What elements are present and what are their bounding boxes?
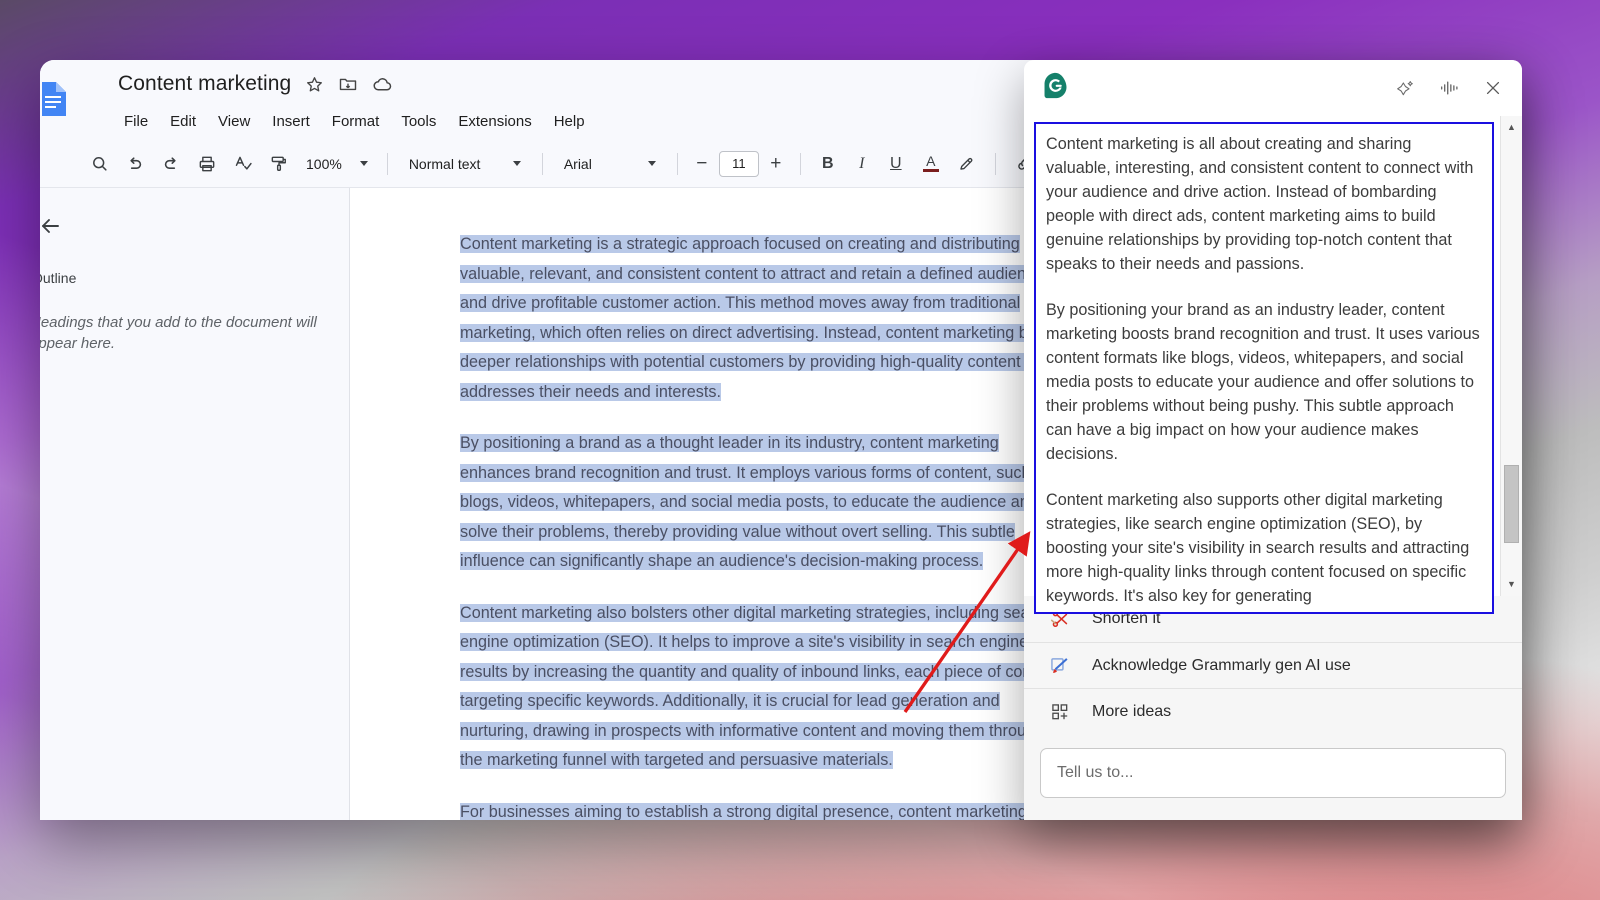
document-paragraph-text: By positioning a brand as a thought lead… [460, 434, 1053, 570]
document-paragraph[interactable]: Content marketing also bolsters other di… [460, 599, 1070, 776]
bold-button[interactable]: B [812, 148, 844, 180]
menu-bar: File Edit View Insert Format Tools Exten… [116, 110, 593, 133]
menu-item-extensions[interactable]: Extensions [450, 110, 539, 133]
paint-format-icon[interactable] [262, 147, 296, 181]
undo-icon[interactable] [118, 147, 152, 181]
chevron-down-icon [647, 161, 656, 166]
redo-icon[interactable] [154, 147, 188, 181]
more-ideas-grid-icon [1048, 702, 1072, 722]
menu-item-insert[interactable]: Insert [264, 110, 318, 133]
google-docs-logo-icon [40, 82, 66, 116]
prompt-input[interactable]: Tell us to... [1040, 748, 1506, 798]
star-icon[interactable] [305, 75, 324, 94]
font-family-value: Arial [563, 155, 592, 172]
toolbar-divider [541, 152, 543, 175]
document-paragraph[interactable]: For businesses aiming to establish a str… [460, 798, 1070, 820]
font-family-dropdown[interactable]: Arial [554, 150, 666, 178]
menu-item-file[interactable]: File [116, 110, 156, 133]
zoom-level-value: 100% [306, 155, 342, 172]
chevron-down-icon [512, 161, 521, 166]
search-icon[interactable] [82, 147, 116, 181]
zoom-level-dropdown[interactable]: 100% [298, 151, 376, 177]
voice-waveform-icon[interactable] [1436, 75, 1462, 101]
outline-panel: Outline Headings that you add to the doc… [40, 188, 350, 820]
font-size-stepper: − 11 + [689, 150, 789, 177]
toolbar-divider [799, 152, 801, 175]
underline-button[interactable]: U [880, 148, 912, 180]
paragraph-style-value: Normal text [408, 155, 481, 172]
outline-empty-hint: Headings that you add to the document wi… [40, 314, 317, 352]
font-size-input[interactable]: 11 [718, 150, 759, 177]
toolbar-divider [676, 152, 678, 175]
grammarly-panel: Content marketing is all about creating … [1024, 60, 1522, 820]
text-color-letter: A [926, 153, 936, 169]
scroll-down-arrow-icon[interactable]: ▼ [1507, 577, 1516, 592]
action-acknowledge-gen-ai[interactable]: Acknowledge Grammarly gen AI use [1024, 642, 1522, 688]
grammarly-panel-header [1024, 60, 1522, 116]
font-size-decrease-button[interactable]: − [689, 151, 715, 177]
document-paragraph-text: For businesses aiming to establish a str… [460, 802, 1058, 820]
text-color-swatch [922, 169, 939, 172]
grammarly-header-actions [1392, 75, 1506, 101]
suggestion-paragraph: By positioning your brand as an industry… [1046, 301, 1480, 463]
font-size-increase-button[interactable]: + [763, 151, 789, 177]
grammarly-action-list: Shorten it Acknowledge Grammarly gen AI … [1024, 596, 1522, 734]
close-icon[interactable] [1480, 75, 1506, 101]
document-title-row: Content marketing [118, 72, 393, 96]
scrollbar-track[interactable] [1501, 135, 1522, 577]
scrollbar-thumb[interactable] [1504, 465, 1519, 543]
action-more-ideas[interactable]: More ideas [1024, 688, 1522, 734]
text-color-button[interactable]: A [914, 147, 948, 181]
action-label: Acknowledge Grammarly gen AI use [1092, 656, 1351, 674]
sparkle-icon[interactable] [1392, 75, 1418, 101]
grammarly-suggestion-outer: Content marketing is all about creating … [1024, 116, 1500, 614]
spellcheck-icon[interactable] [226, 147, 260, 181]
document-paragraph[interactable]: By positioning a brand as a thought lead… [460, 429, 1070, 577]
scroll-up-arrow-icon[interactable]: ▲ [1507, 120, 1516, 135]
document-paragraph[interactable]: Content marketing is a strategic approac… [460, 230, 1070, 407]
toolbar-divider [386, 152, 388, 175]
grammarly-prompt-footer: Tell us to... [1024, 734, 1522, 820]
outline-heading: Outline [40, 270, 77, 286]
italic-button[interactable]: I [846, 148, 878, 180]
menu-item-edit[interactable]: Edit [162, 110, 204, 133]
grammarly-scrollbar[interactable]: ▲ ▼ [1500, 116, 1522, 596]
print-icon[interactable] [190, 147, 224, 181]
grammarly-suggestion-textbox[interactable]: Content marketing is all about creating … [1034, 122, 1494, 614]
grammarly-logo-icon[interactable] [1042, 72, 1069, 104]
document-paragraph-text: Content marketing is a strategic approac… [460, 235, 1062, 401]
action-label: More ideas [1092, 702, 1172, 720]
back-arrow-icon[interactable] [40, 214, 62, 243]
highlight-pen-icon[interactable] [950, 147, 984, 181]
chevron-down-icon [359, 161, 368, 166]
suggestion-paragraph: Content marketing also supports other di… [1046, 491, 1470, 605]
document-paragraph-text: Content marketing also bolsters other di… [460, 603, 1059, 769]
paragraph-style-dropdown[interactable]: Normal text [399, 150, 531, 178]
document-title[interactable]: Content marketing [118, 72, 291, 96]
menu-item-tools[interactable]: Tools [393, 110, 444, 133]
menu-item-format[interactable]: Format [324, 110, 388, 133]
suggestion-paragraph: Content marketing is all about creating … [1046, 135, 1474, 273]
menu-item-view[interactable]: View [210, 110, 258, 133]
quill-pen-icon [1048, 655, 1072, 677]
grammarly-suggestion-area: Content marketing is all about creating … [1024, 116, 1522, 614]
toolbar-divider [994, 152, 996, 175]
menu-item-help[interactable]: Help [546, 110, 593, 133]
move-to-folder-icon[interactable] [338, 74, 358, 94]
cloud-saved-icon[interactable] [372, 74, 393, 95]
